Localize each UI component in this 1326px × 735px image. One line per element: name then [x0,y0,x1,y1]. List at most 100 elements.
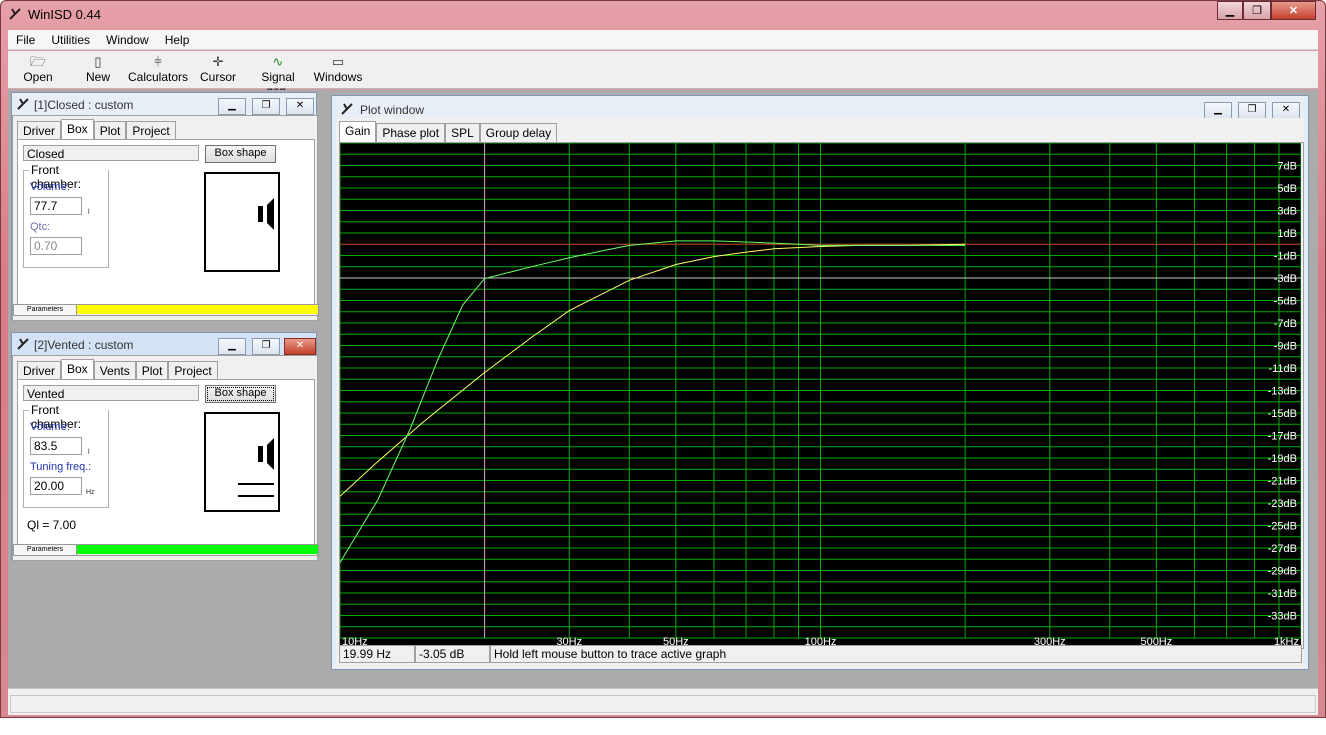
tab-gain[interactable]: Gain [339,121,377,143]
closed-restore-button[interactable]: ❐ [252,98,280,115]
closed-box-panel: Closed Box shape Front chamber: Volume: … [17,139,315,305]
new-button[interactable]: ▯ New [68,53,128,87]
vented-tabs: Driver Box Vents Plot Project [17,359,218,381]
closed-minimize-button[interactable]: ▁ [218,98,246,115]
tab-box[interactable]: Box [61,119,94,141]
y-tick-label: 5dB [1277,183,1297,195]
y-tick-label: -19dB [1268,453,1297,465]
plot-window-title: Plot window [360,103,425,117]
tuning-freq-label: Tuning freq.: [30,461,92,473]
volume-label: Volume: [30,181,70,193]
vented-restore-button[interactable]: ❐ [252,338,280,355]
tab-plot[interactable]: Plot [135,361,169,380]
front-chamber-group: Front chamber: Volume: 77.7 l Qtc: 0.70 [23,163,109,268]
y-tick-label: -1dB [1274,251,1297,263]
speaker-icon [258,198,274,230]
tab-driver[interactable]: Driver [17,361,61,380]
parameters-label: Parameters [14,545,77,555]
volume-input[interactable]: 83.5 [30,437,82,455]
crosshair-icon: ✛ [212,54,224,69]
vented-minimize-button[interactable]: ▁ [218,338,246,355]
plot-tabs: Gain Phase plot SPL Group delay [339,121,558,143]
vented-status-bar-fill [77,545,318,554]
tab-vents[interactable]: Vents [93,361,136,380]
tab-phase-plot[interactable]: Phase plot [376,123,446,142]
vented-box-window[interactable]: [2]Vented : custom ▁ ❐ ✕ Driver Box Vent… [11,332,319,561]
tab-spl[interactable]: SPL [445,123,480,142]
restore-button[interactable]: ❐ [1243,1,1271,20]
menu-file[interactable]: File [8,33,43,47]
calculator-icon: ⫩ [154,54,162,69]
folder-icon: 🗁 [29,54,47,69]
gain-chart[interactable]: 7dB 5dB 3dB 1dB -1dB -3dB -5dB -7dB -9dB -11dB -13… [340,143,1301,646]
closed-parameters-bar: Parameters [13,304,319,316]
y-tick-label: -11dB [1268,363,1297,375]
parameters-label: Parameters [14,305,77,315]
close-icon: ✕ [1288,5,1299,17]
window-icon: ▭ [331,54,345,69]
tab-project[interactable]: Project [126,121,176,140]
front-chamber-group: Front chamber: Volume: 83.5 l Tuning fre… [23,403,109,508]
qtc-input[interactable]: 0.70 [30,237,82,255]
minimize-button[interactable]: ▁ [1217,1,1243,20]
minimize-icon: ▁ [1225,5,1235,17]
close-button[interactable]: ✕ [1271,1,1316,20]
signal-gen-button[interactable]: ∿Signal gen. [248,53,308,98]
plot-hint: Hold left mouse button to trace active g… [490,645,1302,663]
closed-window-title: [1]Closed : custom [34,98,134,112]
vented-window-title: [2]Vented : custom [34,338,134,352]
y-tick-label: -25dB [1268,521,1297,533]
restore-icon: ❐ [1252,5,1262,17]
plot-window-body: Gain Phase plot SPL Group delay 7dB 5dB 3d… [336,118,1304,668]
y-tick-label: 7dB [1277,161,1297,173]
tab-driver[interactable]: Driver [17,121,61,140]
menu-utilities[interactable]: Utilities [43,33,98,47]
closed-window-body: Driver Box Plot Project Closed Box shape… [12,115,319,321]
vented-box-diagram [204,412,280,512]
menu-help[interactable]: Help [157,33,198,47]
plot-close-button[interactable]: ✕ [1272,102,1300,119]
box-type-field[interactable]: Vented [23,385,199,401]
closed-tabs: Driver Box Plot Project [17,119,176,141]
menu-window[interactable]: Window [98,33,157,47]
volume-label: Volume: [30,421,70,433]
y-tick-label: 1dB [1277,228,1297,240]
tab-plot[interactable]: Plot [93,121,127,140]
wrench-icon [17,98,29,110]
open-button[interactable]: 🗁 Open [8,53,68,87]
y-tick-label: -5dB [1274,296,1297,308]
calculators-button[interactable]: ⫩ Calculators [128,53,188,87]
vented-parameters-bar: Parameters [13,544,319,556]
plot-status-bar: 19.99 Hz -3.05 dB Hold left mouse button… [339,645,1302,663]
speaker-icon [238,438,274,497]
closed-close-button[interactable]: ✕ [286,98,314,115]
sine-wave-icon: ∿ [272,54,284,69]
windows-button[interactable]: ▭ Windows [308,53,368,87]
menu-bar: File Utilities Window Help [8,30,1318,50]
toolbar: 🗁 Open ▯ New ⫩ Calculators ✛ Cursor ∿ Signal … [8,51,1318,98]
y-tick-label: -29dB [1268,566,1297,578]
closed-box-diagram [204,172,280,272]
wrench-icon [17,338,29,350]
y-tick-label: -17dB [1268,431,1297,443]
closed-status-bar-fill [77,305,318,314]
closed-box-window[interactable]: [1]Closed : custom ▁ ❐ ✕ Driver Box Plot… [11,92,319,321]
y-tick-label: -21dB [1268,476,1297,488]
cursor-button[interactable]: ✛ Cursor [188,53,248,87]
tab-box[interactable]: Box [61,359,94,381]
plot-window[interactable]: Plot window ▁ ❐ ✕ Gain Phase plot SPL Gr… [331,95,1309,670]
y-tick-label: 3dB [1277,206,1297,218]
tab-group-delay[interactable]: Group delay [479,123,558,142]
tuning-freq-input[interactable]: 20.00 [30,477,82,495]
box-type-field[interactable]: Closed [23,145,199,161]
y-tick-label: -13dB [1268,386,1297,398]
vented-box-panel: Vented Box shape Front chamber: Volume: … [17,379,315,545]
volume-input[interactable]: 77.7 [30,197,82,215]
vented-close-button[interactable]: ✕ [284,338,316,355]
cursor-gain: -3.05 dB [415,645,490,663]
box-shape-button[interactable]: Box shape [205,145,276,163]
plot-restore-button[interactable]: ❐ [1238,102,1266,119]
plot-minimize-button[interactable]: ▁ [1204,102,1232,119]
box-shape-button[interactable]: Box shape [205,385,276,403]
tab-project[interactable]: Project [168,361,218,380]
